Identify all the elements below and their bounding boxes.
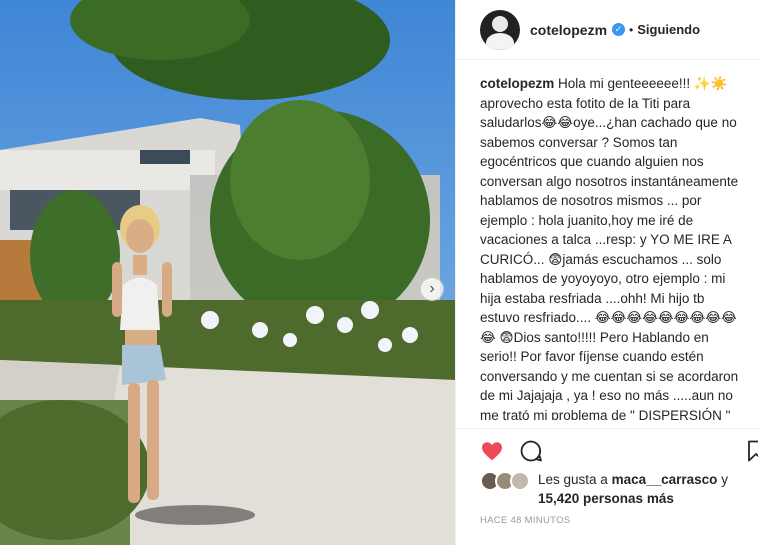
likes-conjunction: y [721, 472, 728, 487]
post-side-panel: cotelopezm ✓ • Siguiendo cotelopezm Hola… [455, 0, 758, 545]
carousel-next-button[interactable]: › [420, 277, 444, 301]
bookmark-icon [748, 440, 758, 462]
liker-username-link[interactable]: maca__carrasco [612, 472, 718, 487]
timestamp[interactable]: HACE 48 MINUTOS [480, 515, 570, 526]
separator-dot: • [629, 22, 634, 37]
caption: cotelopezm Hola mi genteeeeee!!! ✨☀️ apr… [480, 74, 741, 420]
caption-username[interactable]: cotelopezm [480, 76, 554, 91]
like-button[interactable] [480, 439, 504, 463]
likes-summary: Les gusta a maca__carrasco y 15,420 pers… [480, 470, 750, 508]
verified-badge-icon: ✓ [612, 23, 626, 36]
comment-button[interactable] [519, 439, 543, 463]
save-button[interactable] [744, 439, 758, 463]
likes-count-link[interactable]: 15,420 personas más [538, 491, 674, 506]
liker-avatars [480, 471, 530, 491]
heart-filled-icon [482, 442, 502, 461]
comment-bubble-icon [520, 440, 542, 462]
avatar[interactable] [480, 9, 520, 50]
caption-area: cotelopezm Hola mi genteeeeee!!! ✨☀️ apr… [456, 60, 758, 420]
caption-text: Hola mi genteeeeee!!! ✨☀️ aprovecho esta… [480, 76, 739, 420]
likes-prefix: Les gusta a [538, 472, 608, 487]
chevron-right-icon: › [429, 280, 435, 297]
action-bar [456, 428, 758, 468]
liker-avatar[interactable] [510, 471, 530, 491]
likes-text: Les gusta a maca__carrasco y 15,420 pers… [538, 470, 728, 508]
following-button[interactable]: Siguiendo [637, 22, 700, 37]
photo-image [0, 0, 455, 545]
username-link[interactable]: cotelopezm [530, 22, 607, 38]
post-header: cotelopezm ✓ • Siguiendo [456, 0, 758, 60]
post-photo[interactable]: › [0, 0, 455, 545]
